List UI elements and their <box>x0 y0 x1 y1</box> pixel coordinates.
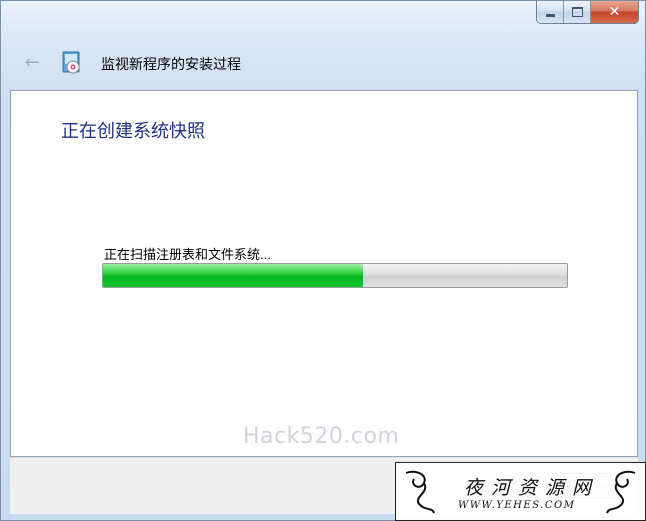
site-stamp: 夜河资源网 WWW.YEHES.COM <box>395 462 646 521</box>
watermark: Hack520.com <box>243 424 400 449</box>
page-heading: 正在创建系统快照 <box>61 121 205 141</box>
window-title: 监视新程序的安装过程 <box>101 56 241 72</box>
maximize-icon <box>571 7 583 17</box>
progress-fill <box>103 264 363 287</box>
installer-monitor-icon <box>61 51 83 75</box>
maximize-button[interactable] <box>564 1 591 23</box>
close-icon: ✕ <box>608 4 621 20</box>
progress-bar <box>102 263 568 288</box>
minimize-icon <box>545 14 555 17</box>
back-button[interactable]: ← <box>21 52 43 74</box>
status-text: 正在扫描注册表和文件系统... <box>104 247 271 262</box>
installer-window: ✕ ← 监视新程序的安装过程 正在创建系统快照 正在扫描注册表和文件系统... … <box>0 0 646 521</box>
flourish-left-icon <box>405 470 435 514</box>
content-panel: 正在创建系统快照 正在扫描注册表和文件系统... <box>10 90 638 457</box>
caption-buttons: ✕ <box>536 1 639 24</box>
stamp-url: WWW.YEHES.COM <box>458 500 576 511</box>
header-row: ← 监视新程序的安装过程 <box>1 43 645 83</box>
close-button[interactable]: ✕ <box>591 1 638 23</box>
flourish-right-icon <box>606 470 636 514</box>
stamp-title: 夜河资源网 <box>464 477 600 499</box>
minimize-button[interactable] <box>537 1 564 23</box>
back-arrow-icon: ← <box>24 52 40 73</box>
